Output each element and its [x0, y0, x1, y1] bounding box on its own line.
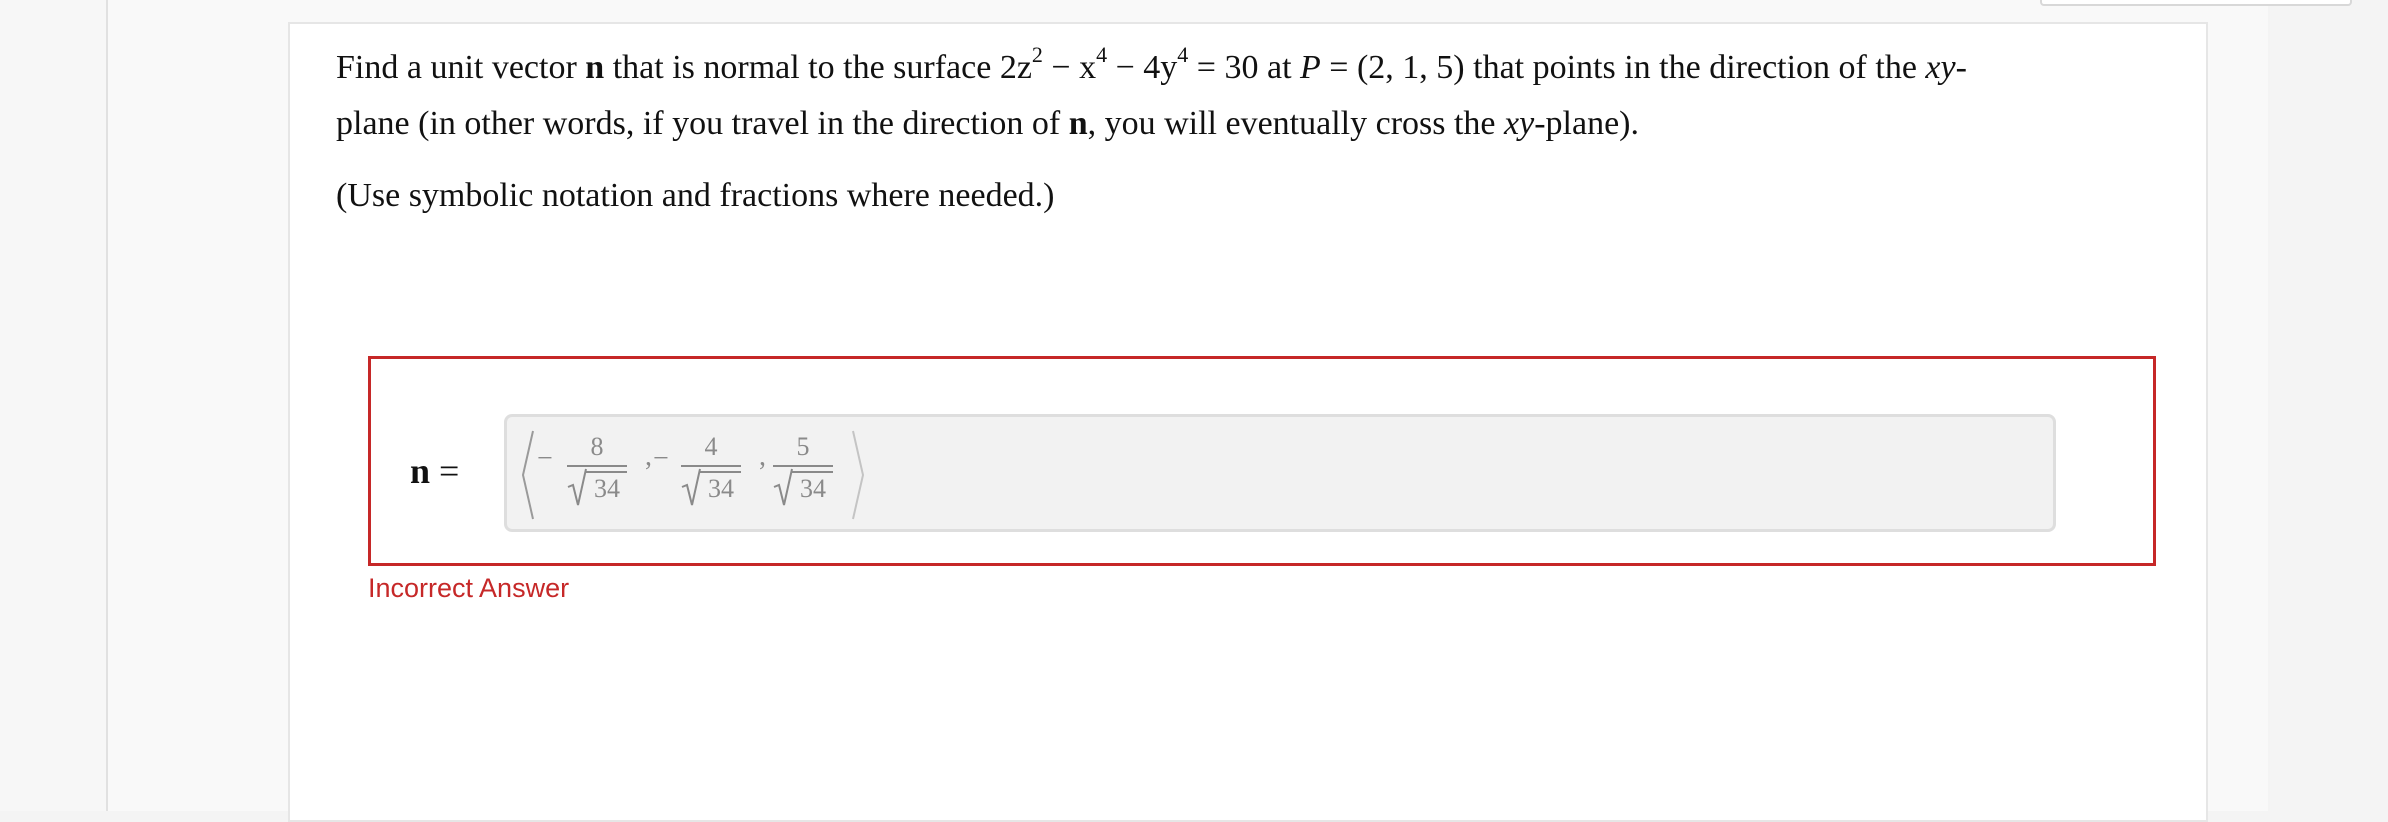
- component-2-sign: −: [653, 443, 669, 474]
- top-tab[interactable]: [2040, 0, 2352, 6]
- component-1-denominator: 34: [567, 468, 627, 509]
- separator-comma: ,: [645, 441, 652, 472]
- component-3-fraction: 5 34: [773, 431, 833, 509]
- question-note: (Use symbolic notation and fractions whe…: [336, 177, 1055, 214]
- component-1-fraction: 8 34: [567, 431, 627, 509]
- answer-label: n =: [410, 451, 460, 491]
- question-paragraph: Find a unit vector n that is normal to t…: [336, 41, 1967, 142]
- component-3-denominator: 34: [773, 468, 833, 509]
- component-1-numerator: 8: [590, 432, 604, 461]
- component-2-denominator: 34: [681, 468, 741, 509]
- component-2-numerator: 4: [704, 432, 718, 461]
- question-text: Find a unit vector n that is normal to t…: [336, 40, 2136, 224]
- left-rail: [0, 0, 108, 811]
- component-1-sign: −: [537, 443, 553, 474]
- incorrect-answer-feedback: Incorrect Answer: [368, 573, 570, 603]
- component-3-numerator: 5: [796, 432, 810, 461]
- answer-input[interactable]: − 8 34 , − 4 34 , 5 34: [504, 414, 2056, 532]
- left-angle-bracket-icon: [521, 430, 534, 520]
- right-angle-bracket-icon: [852, 430, 865, 520]
- separator-comma: ,: [759, 441, 766, 472]
- component-2-fraction: 4 34: [681, 431, 741, 509]
